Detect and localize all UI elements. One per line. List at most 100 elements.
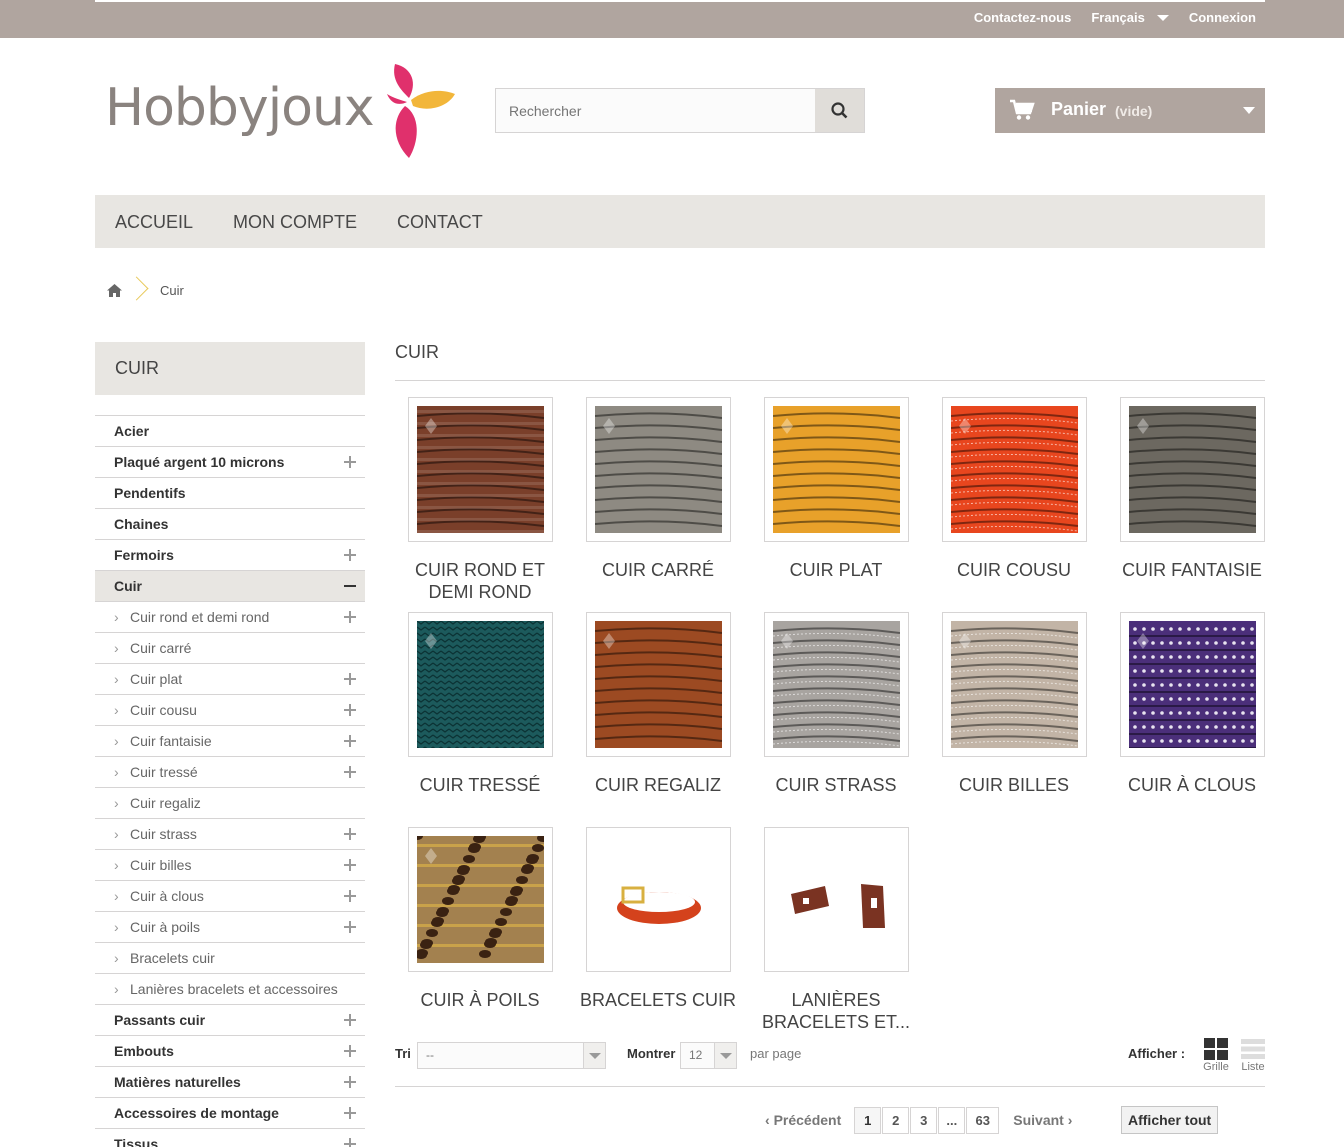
contact-link[interactable]: Contactez-nous — [974, 10, 1072, 25]
expand-icon[interactable] — [344, 757, 356, 787]
category-image[interactable] — [942, 612, 1087, 757]
sidebar-item-bracelets-cuir[interactable]: Bracelets cuir — [95, 943, 365, 974]
nav-item-accueil[interactable]: ACCUEIL — [95, 195, 213, 248]
expand-icon[interactable] — [344, 726, 356, 756]
page-link-2[interactable]: 2 — [882, 1106, 910, 1134]
sidebar-item-label: Cuir carré — [130, 640, 192, 656]
show-all-button[interactable]: Afficher tout — [1121, 1106, 1219, 1134]
expand-icon[interactable] — [344, 602, 356, 632]
sidebar-item-cuir-tress[interactable]: Cuir tressé — [95, 757, 365, 788]
sidebar-item-cuir[interactable]: Cuir — [95, 571, 365, 602]
category-name[interactable]: LANIÈRES BRACELETS ET... — [751, 989, 921, 1033]
expand-icon[interactable] — [344, 912, 356, 942]
sidebar-item-cuir-regaliz[interactable]: Cuir regaliz — [95, 788, 365, 819]
sidebar-item-passants-cuir[interactable]: Passants cuir — [95, 1005, 365, 1036]
expand-icon[interactable] — [344, 695, 356, 725]
sidebar-item-acier[interactable]: Acier — [95, 416, 365, 447]
list-view-icon — [1241, 1039, 1265, 1059]
previous-page-button[interactable]: ‹ Précédent — [765, 1112, 841, 1128]
sidebar-item-plaqu-argent-10-microns[interactable]: Plaqué argent 10 microns — [95, 447, 365, 478]
login-link[interactable]: Connexion — [1189, 10, 1256, 25]
per-page-value: 12 — [689, 1048, 703, 1062]
category-image[interactable] — [586, 612, 731, 757]
search-input[interactable] — [496, 89, 816, 132]
expand-icon[interactable] — [344, 664, 356, 694]
category-image[interactable] — [1120, 612, 1265, 757]
sidebar-item-cuir-poils[interactable]: Cuir à poils — [95, 912, 365, 943]
category-image[interactable] — [1120, 397, 1265, 542]
sidebar-item-lani-res-bracelets-et-accessoires[interactable]: Lanières bracelets et accessoires — [95, 974, 365, 1005]
category-image[interactable] — [942, 397, 1087, 542]
sidebar-item-embouts[interactable]: Embouts — [95, 1036, 365, 1067]
category-image[interactable] — [764, 397, 909, 542]
sidebar-item-cuir-clous[interactable]: Cuir à clous — [95, 881, 365, 912]
sidebar-title: CUIR — [95, 342, 365, 395]
home-icon[interactable] — [107, 283, 122, 297]
expand-icon[interactable] — [344, 1036, 356, 1066]
expand-icon[interactable] — [344, 1067, 356, 1097]
grid-view-button[interactable]: Grille — [1201, 1038, 1231, 1073]
category-image[interactable] — [764, 827, 909, 972]
page-link-3[interactable]: 3 — [910, 1106, 938, 1134]
category-name[interactable]: CUIR TRESSÉ — [395, 774, 565, 796]
category-name[interactable]: CUIR COUSU — [929, 559, 1099, 581]
category-name[interactable]: CUIR STRASS — [751, 774, 921, 796]
sidebar-item-cuir-cousu[interactable]: Cuir cousu — [95, 695, 365, 726]
category-image[interactable] — [408, 827, 553, 972]
category-name[interactable]: BRACELETS CUIR — [573, 989, 743, 1011]
expand-icon[interactable] — [344, 1098, 356, 1128]
display-label: Afficher : — [1128, 1046, 1186, 1061]
search-button[interactable] — [815, 89, 864, 132]
category-image[interactable] — [586, 827, 731, 972]
category-image[interactable] — [408, 397, 553, 542]
sidebar-item-mati-res-naturelles[interactable]: Matières naturelles — [95, 1067, 365, 1098]
sidebar-item-cuir-strass[interactable]: Cuir strass — [95, 819, 365, 850]
page-link-63[interactable]: 63 — [966, 1106, 1000, 1134]
sidebar-item-cuir-fantaisie[interactable]: Cuir fantaisie — [95, 726, 365, 757]
category-name[interactable]: CUIR CARRÉ — [573, 559, 743, 581]
per-page-select[interactable]: 12 — [680, 1042, 737, 1069]
sidebar-item-label: Cuir cousu — [130, 702, 197, 718]
category-image[interactable] — [586, 397, 731, 542]
sidebar-item-fermoirs[interactable]: Fermoirs — [95, 540, 365, 571]
nav-item-mon-compte[interactable]: MON COMPTE — [213, 195, 377, 248]
expand-icon[interactable] — [344, 1005, 356, 1035]
expand-icon[interactable] — [344, 881, 356, 911]
cart-button[interactable]: Panier (vide) — [995, 88, 1265, 133]
expand-icon[interactable] — [344, 850, 356, 880]
category-name[interactable]: CUIR À CLOUS — [1107, 774, 1277, 796]
expand-icon[interactable] — [344, 540, 356, 570]
flower-logo-icon — [387, 64, 455, 158]
category-name[interactable]: CUIR ROND ET DEMI ROND — [395, 559, 565, 603]
expand-icon[interactable] — [344, 819, 356, 849]
sidebar-item-cuir-billes[interactable]: Cuir billes — [95, 850, 365, 881]
category-name[interactable]: CUIR REGALIZ — [573, 774, 743, 796]
sidebar-item-accessoires-de-montage[interactable]: Accessoires de montage — [95, 1098, 365, 1129]
sort-label: Tri — [395, 1046, 411, 1061]
sidebar-item-label: Accessoires de montage — [114, 1105, 279, 1121]
page-link-1[interactable]: 1 — [854, 1106, 882, 1134]
sidebar-item-cuir-carr[interactable]: Cuir carré — [95, 633, 365, 664]
sort-select-value: -- — [426, 1048, 434, 1062]
language-selector[interactable]: Français — [1091, 10, 1169, 25]
sidebar-item-cuir-plat[interactable]: Cuir plat — [95, 664, 365, 695]
category-name[interactable]: CUIR FANTAISIE — [1107, 559, 1277, 581]
sidebar-item-tissus[interactable]: Tissus — [95, 1129, 365, 1147]
sidebar-item-label: Tissus — [114, 1136, 159, 1147]
expand-icon[interactable] — [344, 447, 356, 477]
list-view-button[interactable]: Liste — [1238, 1038, 1268, 1073]
sort-select[interactable]: -- — [417, 1042, 606, 1069]
sidebar-item-chaines[interactable]: Chaines — [95, 509, 365, 540]
sidebar-item-cuir-rond-et-demi-rond[interactable]: Cuir rond et demi rond — [95, 602, 365, 633]
sidebar-item-pendentifs[interactable]: Pendentifs — [95, 478, 365, 509]
category-image[interactable] — [408, 612, 553, 757]
category-name[interactable]: CUIR BILLES — [929, 774, 1099, 796]
collapse-icon[interactable] — [344, 571, 356, 601]
category-name[interactable]: CUIR PLAT — [751, 559, 921, 581]
expand-icon[interactable] — [344, 1129, 356, 1147]
category-name[interactable]: CUIR À POILS — [395, 989, 565, 1011]
category-image[interactable] — [764, 612, 909, 757]
next-page-button[interactable]: Suivant › — [1013, 1112, 1072, 1128]
site-logo[interactable]: Hobbyjoux — [105, 60, 465, 165]
nav-item-contact[interactable]: CONTACT — [377, 195, 503, 248]
